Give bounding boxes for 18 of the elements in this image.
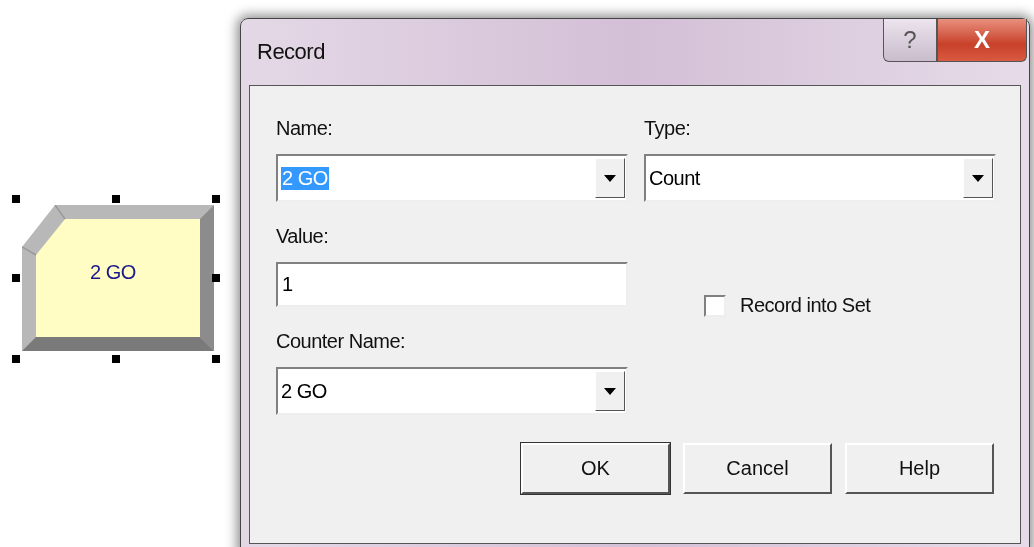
dialog-button[interactable]: Cancel bbox=[683, 443, 832, 494]
dropdown-field[interactable]: 2 GO bbox=[276, 367, 628, 415]
checkbox[interactable] bbox=[704, 294, 726, 317]
close-button[interactable]: X bbox=[937, 19, 1027, 62]
value-input-field[interactable]: 1 bbox=[276, 262, 628, 307]
module-label: 2 GO bbox=[90, 261, 136, 284]
field-label: Name: bbox=[276, 116, 333, 141]
dialog-button[interactable]: OK bbox=[521, 443, 670, 494]
window-title: Record bbox=[257, 39, 325, 65]
module-shape-drawing[interactable] bbox=[22, 205, 214, 351]
dialog-button[interactable]: Help bbox=[845, 443, 994, 494]
help-button[interactable]: ? bbox=[883, 19, 937, 62]
field-label: Value: bbox=[276, 224, 329, 249]
field-label: Counter Name: bbox=[276, 329, 406, 354]
dropdown-field[interactable]: Count bbox=[644, 154, 996, 202]
selection-handles-drawing[interactable] bbox=[12, 195, 220, 363]
field-label: Type: bbox=[644, 116, 691, 141]
checkbox-label: Record into Set bbox=[740, 294, 871, 317]
